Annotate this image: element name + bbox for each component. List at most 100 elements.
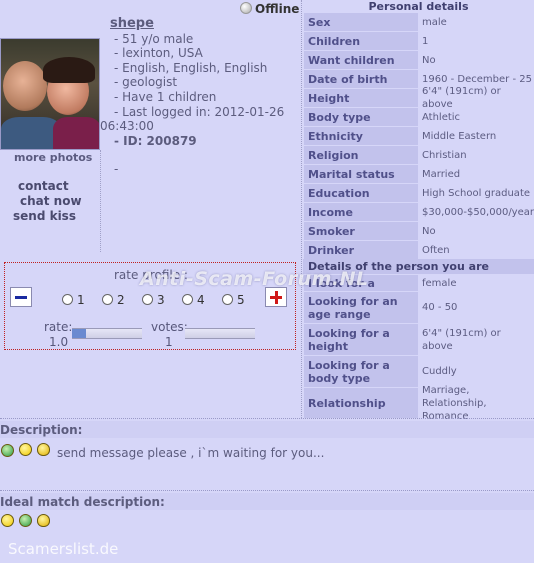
detail-value: male: [420, 13, 534, 31]
plus-icon[interactable]: [265, 287, 287, 307]
detail-key: Height: [304, 89, 418, 107]
detail-key: Want children: [304, 51, 418, 69]
detail-key: Ethnicity: [304, 127, 418, 145]
detail-key: Drinker: [304, 241, 418, 259]
status-dot-icon: [240, 2, 252, 14]
detail-key: Looking for a height: [304, 324, 418, 355]
contact-link[interactable]: contact: [18, 179, 69, 193]
detail-key: Looking for a body type: [304, 356, 418, 387]
rate-option-5[interactable]: 5: [222, 293, 245, 307]
detail-value: Middle Eastern: [420, 127, 534, 145]
location-line: - lexinton, USA: [114, 46, 203, 61]
detail-value: 6'4" (191cm) or above: [420, 86, 534, 110]
rate-option-3[interactable]: 3: [142, 293, 165, 307]
smiley-happy-icon: [19, 443, 32, 456]
occupation-line: - geologist: [114, 75, 178, 90]
profile-name[interactable]: shepe: [110, 16, 154, 31]
chat-now-link[interactable]: chat now: [20, 194, 82, 208]
watermark-anti-scam: Anti-Scam-Forum.NL: [140, 268, 369, 290]
more-photos-link[interactable]: more photos: [14, 151, 92, 164]
divider: [100, 150, 101, 252]
detail-key: Education: [304, 184, 418, 202]
rate-option-1[interactable]: 1: [62, 293, 85, 307]
detail-value: $30,000-$50,000/year: [420, 203, 534, 221]
online-status: Offline: [240, 2, 299, 16]
detail-value: 1: [420, 32, 534, 50]
detail-value: Cuddly: [420, 356, 534, 387]
lightbulb-icon: [37, 443, 50, 456]
detail-row: Body type Athletic: [303, 108, 534, 126]
detail-row: Height 6'4" (191cm) or above: [303, 86, 534, 110]
detail-value: No: [420, 222, 534, 240]
detail-row: Drinker Often: [303, 241, 534, 259]
detail-key: Income: [304, 203, 418, 221]
detail-row: Smoker No: [303, 222, 534, 240]
votes-bar: [185, 328, 255, 339]
detail-key: Religion: [304, 146, 418, 164]
last-login-time: 06:43:00: [100, 119, 154, 134]
rate-bar: [72, 328, 142, 339]
radio-icon[interactable]: [222, 294, 233, 305]
detail-value: High School graduate: [420, 184, 534, 202]
detail-key: Looking for an age range: [304, 292, 418, 323]
radio-icon[interactable]: [142, 294, 153, 305]
detail-key: Relationship: [304, 388, 418, 418]
divider: [0, 418, 534, 419]
detail-value: female: [420, 275, 534, 291]
radio-icon[interactable]: [102, 294, 113, 305]
profile-id: - ID: 200879: [114, 133, 197, 148]
detail-value: Athletic: [420, 108, 534, 126]
profile-photo[interactable]: [0, 38, 100, 150]
smiley-grin-icon: [19, 514, 32, 527]
detail-row: Looking for a body type Cuddly: [303, 356, 534, 387]
detail-value: Married: [420, 165, 534, 183]
detail-row: Ethnicity Middle Eastern: [303, 127, 534, 145]
send-kiss-link[interactable]: send kiss: [13, 209, 76, 223]
votes-label: votes:: [151, 320, 188, 334]
detail-value: Marriage, Relationship, Romance: [420, 385, 534, 422]
detail-value: 40 - 50: [420, 292, 534, 323]
detail-key: Date of birth: [304, 70, 418, 88]
last-login-line: - Last logged in: 2012-01-26: [114, 104, 285, 119]
lightbulb-icon: [37, 514, 50, 527]
detail-row: Want children No: [303, 51, 534, 69]
rate-option-2[interactable]: 2: [102, 293, 125, 307]
detail-row: Marital status Married: [303, 165, 534, 183]
children-line: - Have 1 children: [114, 89, 217, 104]
rate-option-4[interactable]: 4: [182, 293, 205, 307]
detail-row: Religion Christian: [303, 146, 534, 164]
detail-value: Often: [420, 241, 534, 259]
detail-row: Children 1: [303, 32, 534, 50]
personal-details-header: Personal details: [368, 0, 469, 13]
detail-key: Children: [304, 32, 418, 50]
detail-row: Sex male: [303, 13, 534, 31]
divider: [0, 490, 534, 491]
detail-value: 6'4" (191cm) or above: [420, 324, 534, 355]
detail-row: Looking for a height 6'4" (191cm) or abov…: [303, 324, 534, 355]
minus-icon[interactable]: [10, 287, 32, 307]
radio-icon[interactable]: [182, 294, 193, 305]
detail-row: Relationship Marriage, Relationship, Roma…: [303, 385, 534, 422]
radio-icon[interactable]: [62, 294, 73, 305]
profile-summary: shepe - 51 y/o male - lexinton, USA - En…: [100, 16, 304, 177]
languages-line: - English, English, English: [114, 60, 268, 75]
detail-key: Body type: [304, 108, 418, 126]
rate-label: rate:: [44, 320, 73, 334]
smiley-grin-icon: [1, 444, 14, 457]
description-text: send message please , i`m waiting for yo…: [57, 446, 325, 460]
detail-row: Income $30,000-$50,000/year: [303, 203, 534, 221]
detail-value: Christian: [420, 146, 534, 164]
description-title: Description:: [0, 423, 83, 437]
age-line: - 51 y/o male: [114, 31, 194, 46]
detail-row: Education High School graduate: [303, 184, 534, 202]
rate-bar-fill: [72, 329, 86, 338]
smiley-happy-icon: [1, 514, 14, 527]
ideal-match-title: Ideal match description:: [0, 495, 165, 509]
detail-key: Smoker: [304, 222, 418, 240]
detail-row: Looking for an age range 40 - 50: [303, 292, 534, 323]
detail-key: Sex: [304, 13, 418, 31]
detail-key: Marital status: [304, 165, 418, 183]
rate-value: 1.0: [49, 335, 69, 349]
placeholder-dash: -: [114, 162, 119, 177]
detail-value: No: [420, 51, 534, 69]
